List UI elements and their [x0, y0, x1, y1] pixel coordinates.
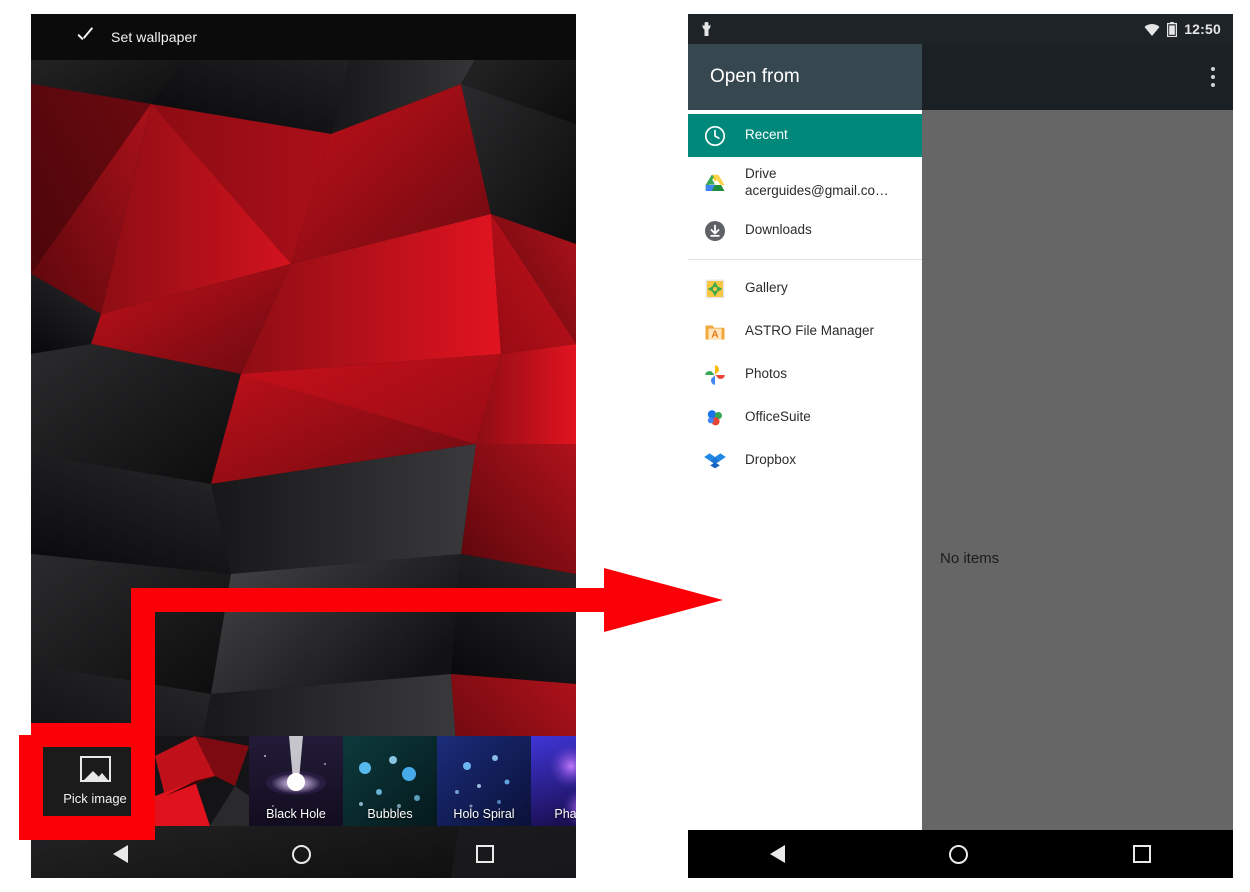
sidebar-item-label: Photos	[745, 366, 788, 382]
wallpaper-thumb-holo-spiral[interactable]: Holo Spiral	[437, 736, 531, 826]
clock-icon	[703, 124, 727, 148]
left-navigation-bar[interactable]	[31, 830, 576, 878]
sidebar-item-label: Recent	[745, 127, 788, 143]
dialog-body: Recent Drive acerguides@gmail.co… Downlo…	[688, 110, 1233, 878]
download-icon	[703, 219, 727, 243]
wallpaper-thumb-label: Black Hole	[266, 807, 326, 821]
gallery-icon	[703, 277, 727, 301]
dropbox-icon	[703, 449, 727, 473]
dialog-header: Open from	[688, 44, 1233, 110]
sidebar-item-dropbox[interactable]: Dropbox	[688, 439, 922, 482]
source-sidebar[interactable]: Recent Drive acerguides@gmail.co… Downlo…	[688, 110, 922, 878]
sidebar-item-photos[interactable]: Photos	[688, 353, 922, 396]
wallpaper-thumb-phase-beam[interactable]: Phase B	[531, 736, 576, 826]
page-title: Open from	[710, 66, 800, 87]
wallpaper-thumb-label: Bubbles	[367, 807, 413, 821]
sidebar-item-label: ASTRO File Manager	[745, 323, 875, 339]
sidebar-item-label: Dropbox	[745, 452, 797, 468]
wallpaper-thumb-bubbles[interactable]: Bubbles	[343, 736, 437, 826]
officesuite-icon	[703, 406, 727, 430]
checkmark-icon[interactable]	[75, 27, 95, 47]
home-icon[interactable]	[949, 844, 969, 864]
sidebar-item-astro-file-manager[interactable]: A ASTRO File Manager	[688, 310, 922, 353]
sidebar-item-account: acerguides@gmail.co…	[745, 183, 889, 198]
wallpaper-thumb-label: Phase B	[554, 807, 576, 821]
astro-folder-icon: A	[703, 320, 727, 344]
sidebar-item-recent[interactable]: Recent	[688, 114, 922, 157]
pick-image-label: Pick image	[63, 791, 127, 806]
sidebar-item-downloads[interactable]: Downloads	[688, 209, 922, 252]
wallpaper-thumb-label: Holo Spiral	[453, 807, 515, 821]
back-icon[interactable]	[113, 845, 129, 863]
sidebar-item-label: OfficeSuite	[745, 409, 811, 425]
recents-icon[interactable]	[1132, 845, 1151, 863]
pick-image-button[interactable]: Pick image	[39, 736, 151, 826]
overflow-menu-icon[interactable]	[1211, 67, 1215, 87]
dialog-toolbar	[922, 44, 1233, 110]
sidebar-item-label: Drive	[745, 166, 777, 182]
file-list-area[interactable]: No items	[922, 110, 1233, 878]
status-bar: 12:50	[688, 14, 1233, 44]
wallpaper-thumbnail-list[interactable]: Black Hole Bubbles Holo Spiral Pha	[155, 732, 576, 830]
sidebar-item-gallery[interactable]: Gallery	[688, 267, 922, 310]
thumb-art-current	[155, 736, 249, 826]
set-wallpaper-action-bar: Set wallpaper	[31, 14, 576, 60]
set-wallpaper-label[interactable]: Set wallpaper	[111, 29, 197, 45]
sidebar-divider	[688, 259, 922, 260]
right-navigation-bar[interactable]	[688, 830, 1233, 878]
svg-text:A: A	[711, 329, 718, 340]
dialog-title-area: Open from	[688, 44, 922, 110]
left-phone-screenshot: Set wallpaper Pick image Black Hole Bubb…	[31, 14, 576, 878]
empty-state-label: No items	[940, 550, 1000, 567]
right-phone-screenshot: 12:50 Open from Recent Drive acerguides@…	[688, 14, 1233, 878]
recents-icon[interactable]	[475, 845, 494, 863]
google-drive-icon	[703, 171, 727, 195]
battery-icon	[1167, 21, 1178, 37]
home-icon[interactable]	[292, 844, 312, 864]
google-photos-icon	[703, 363, 727, 387]
back-icon[interactable]	[770, 845, 786, 863]
wallpaper-thumb-current[interactable]	[155, 736, 249, 826]
sidebar-item-officesuite[interactable]: OfficeSuite	[688, 396, 922, 439]
usb-debugging-icon	[702, 21, 711, 36]
wallpaper-thumb-black-hole[interactable]: Black Hole	[249, 736, 343, 826]
wifi-icon	[1144, 23, 1160, 36]
sidebar-item-drive[interactable]: Drive acerguides@gmail.co…	[688, 157, 922, 209]
status-bar-clock: 12:50	[1184, 21, 1221, 37]
image-icon	[79, 756, 111, 782]
sidebar-item-label: Downloads	[745, 222, 812, 238]
wallpaper-chooser-strip[interactable]: Pick image Black Hole Bubbles Holo Spira…	[31, 732, 576, 830]
sidebar-item-label: Gallery	[745, 280, 788, 296]
